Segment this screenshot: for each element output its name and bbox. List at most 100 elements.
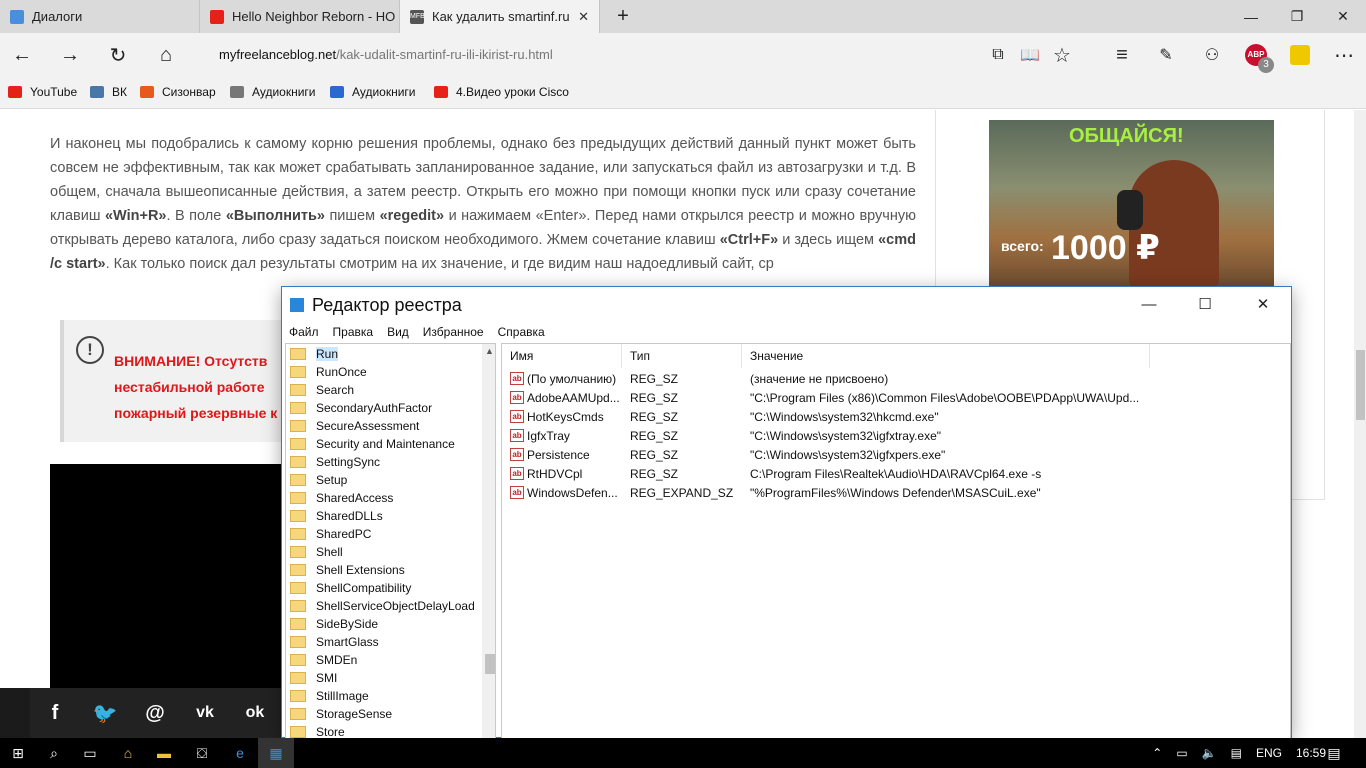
extension-icon[interactable] xyxy=(1284,39,1316,71)
fav-cisco[interactable]: 4.Видео уроки Cisco xyxy=(434,85,569,99)
tree-key-item[interactable]: StillImage xyxy=(290,687,369,705)
tab-youtube[interactable]: Hello Neighbor Reborn - НО xyxy=(200,0,400,33)
page-scrollbar[interactable] xyxy=(1354,110,1366,738)
refresh-icon[interactable]: ↻ xyxy=(102,39,134,71)
reading-view-icon[interactable]: ⧉ xyxy=(982,39,1014,71)
odnoklassniki-share-icon[interactable]: ok xyxy=(230,688,280,738)
tree-key-item[interactable]: StorageSense xyxy=(290,705,392,723)
tree-key-item[interactable]: SettingSync xyxy=(290,453,380,471)
menu-edit[interactable]: Правка xyxy=(326,323,381,343)
tree-key-item[interactable]: Setup xyxy=(290,471,347,489)
new-tab-button[interactable]: + xyxy=(600,0,646,33)
fav-sizonvar[interactable]: Сизонвар xyxy=(140,85,216,99)
menu-file[interactable]: Файл xyxy=(282,323,326,343)
menu-favorites[interactable]: Избранное xyxy=(416,323,491,343)
scroll-up-icon[interactable]: ▲ xyxy=(485,346,494,356)
page-scrollbar-thumb[interactable] xyxy=(1356,350,1365,420)
string-value-icon: ab xyxy=(510,429,524,442)
volume-icon[interactable]: 🔈 xyxy=(1202,746,1217,760)
language-indicator[interactable]: ENG xyxy=(1256,746,1282,760)
forward-icon[interactable]: → xyxy=(54,39,86,71)
fav-audiobooks-2[interactable]: Аудиокниги xyxy=(330,85,416,99)
chevron-up-icon[interactable]: ⌃ xyxy=(1152,746,1162,760)
network-icon[interactable]: ▭ xyxy=(1176,746,1187,760)
share-icon[interactable]: ⚇ xyxy=(1196,39,1228,71)
tab-dialogs[interactable]: Диалоги xyxy=(0,0,200,33)
tree-key-item[interactable]: SMI xyxy=(290,669,337,687)
tree-key-item[interactable]: Security and Maintenance xyxy=(290,435,455,453)
home-folder-icon[interactable]: ⌂ xyxy=(110,738,146,768)
tree-key-item[interactable]: SecondaryAuthFactor xyxy=(290,399,432,417)
action-center-icon[interactable]: ▤ xyxy=(1316,738,1352,768)
headphones-icon xyxy=(230,86,244,98)
tree-key-item[interactable]: Shell xyxy=(290,543,343,561)
fav-audiobooks-1[interactable]: Аудиокниги xyxy=(230,85,316,99)
tree-key-item[interactable]: Run xyxy=(290,345,339,363)
tree-key-item[interactable]: SecureAssessment xyxy=(290,417,419,435)
minimize-button[interactable]: — xyxy=(1120,287,1178,321)
column-name[interactable]: Имя xyxy=(502,344,622,368)
regedit-taskbar-icon[interactable]: ▦ xyxy=(258,738,294,768)
close-tab-icon[interactable]: ✕ xyxy=(578,9,589,25)
home-icon[interactable]: ⌂ xyxy=(150,39,182,71)
registry-value-row[interactable]: ab HotKeysCmds REG_SZ "C:\Windows\system32\… xyxy=(502,408,1290,427)
web-note-icon[interactable]: ✎ xyxy=(1150,39,1182,71)
address-bar[interactable]: myfreelanceblog.net/kak-udalit-smartinf-… xyxy=(219,47,553,62)
search-icon[interactable]: ⌕ xyxy=(36,738,72,768)
system-tray: ⌃ ▭ 🔈 ▤ ENG 16:59 xyxy=(1138,738,1326,768)
tree-scrollbar-thumb[interactable] xyxy=(485,654,495,674)
ad-banner[interactable]: ОБЩАЙСЯ! всего: 1000 ₽ xyxy=(989,120,1274,290)
tree-key-item[interactable]: SideBySide xyxy=(290,615,378,633)
back-icon[interactable]: ← xyxy=(6,39,38,71)
tab-smartinf[interactable]: MFB Как удалить smartinf.ru ✕ xyxy=(400,0,600,33)
tree-key-item[interactable]: ShellServiceObjectDelayLoad xyxy=(290,597,475,615)
book-icon[interactable]: 📖 xyxy=(1014,39,1046,71)
start-icon[interactable]: ⊞ xyxy=(0,738,36,768)
fav-vk[interactable]: ВК xyxy=(90,85,127,99)
tree-key-item[interactable]: SmartGlass xyxy=(290,633,379,651)
column-type[interactable]: Тип xyxy=(622,344,742,368)
registry-value-row[interactable]: ab RtHDVCpl REG_SZ C:\Program Files\Realtek… xyxy=(502,465,1290,484)
file-explorer-icon[interactable]: ▬ xyxy=(146,738,182,768)
tree-key-item[interactable]: Shell Extensions xyxy=(290,561,405,579)
registry-value-row[interactable]: ab Persistence REG_SZ "C:\Windows\system32\… xyxy=(502,446,1290,465)
registry-value-row[interactable]: ab IgfxTray REG_SZ "C:\Windows\system32\igf… xyxy=(502,427,1290,446)
minimize-button[interactable]: — xyxy=(1228,0,1274,33)
tree-key-item[interactable]: SharedDLLs xyxy=(290,507,383,525)
restore-button[interactable]: ❐ xyxy=(1274,0,1320,33)
close-button[interactable]: ✕ xyxy=(1234,287,1292,321)
more-icon[interactable]: ⋯ xyxy=(1328,39,1360,71)
edge-icon[interactable]: e xyxy=(222,738,258,768)
tree-key-item[interactable]: ShellCompatibility xyxy=(290,579,411,597)
store-icon[interactable]: ⛋ xyxy=(184,738,220,768)
email-share-icon[interactable]: @ xyxy=(130,688,180,738)
registry-value-row[interactable]: ab WindowsDefen... REG_EXPAND_SZ "%ProgramF… xyxy=(502,484,1290,503)
notification-area-icon[interactable]: ▤ xyxy=(1231,746,1242,760)
fav-youtube[interactable]: YouTube xyxy=(8,85,77,99)
menu-help[interactable]: Справка xyxy=(491,323,552,343)
video-player[interactable] xyxy=(50,464,290,694)
registry-value-row[interactable]: ab AdobeAAMUpd... REG_SZ "C:\Program Files … xyxy=(502,389,1290,408)
tree-key-item[interactable]: Search xyxy=(290,381,354,399)
vk-share-icon[interactable]: vk xyxy=(180,688,230,738)
facebook-share-icon[interactable]: f xyxy=(30,688,80,738)
tree-key-item[interactable]: RunOnce xyxy=(290,363,367,381)
registry-value-row[interactable]: ab (По умолчанию) REG_SZ (значение не присв… xyxy=(502,370,1290,389)
twitter-share-icon[interactable]: 🐦 xyxy=(80,688,130,738)
maximize-button[interactable]: ☐ xyxy=(1176,287,1234,321)
tree-key-item[interactable]: SMDEn xyxy=(290,651,357,669)
tree-key-item[interactable]: Store xyxy=(290,723,345,738)
column-value[interactable]: Значение xyxy=(742,344,1150,368)
task-view-icon[interactable]: ▭ xyxy=(72,738,108,768)
menu-view[interactable]: Вид xyxy=(380,323,416,343)
favorite-star-icon[interactable]: ☆ xyxy=(1046,39,1078,71)
adblock-icon[interactable]: ABP 3 xyxy=(1240,39,1274,73)
hub-icon[interactable]: ≡ xyxy=(1106,39,1138,71)
close-button[interactable]: ✕ xyxy=(1320,0,1366,33)
value-type: REG_SZ xyxy=(630,372,679,386)
fav-label: Сизонвар xyxy=(162,85,216,99)
tree-scrollbar[interactable]: ▲ xyxy=(482,344,495,738)
tree-key-item[interactable]: SharedAccess xyxy=(290,489,393,507)
tree-key-item[interactable]: SharedPC xyxy=(290,525,371,543)
folder-icon xyxy=(290,600,306,612)
